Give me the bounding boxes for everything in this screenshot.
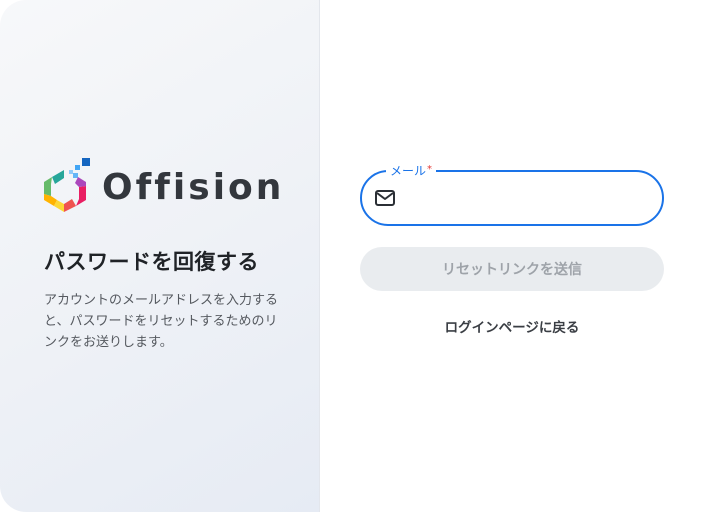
required-mark: * xyxy=(427,164,433,175)
email-field[interactable]: メール* xyxy=(360,162,664,226)
page-title: パスワードを回復する xyxy=(44,250,259,274)
brand-logo: Offision xyxy=(42,156,284,216)
recovery-card: Offision パスワードを回復する アカウントのメールアドレスを入力すると、… xyxy=(0,0,704,512)
hexagon-logo-icon xyxy=(44,158,90,212)
email-label: メール* xyxy=(386,162,437,179)
form-panel: メール* リセットリンクを送信 ログインページに戻る xyxy=(320,0,704,512)
email-input[interactable] xyxy=(406,182,646,216)
mail-icon xyxy=(375,190,395,206)
brand-name: Offision xyxy=(102,167,285,208)
send-reset-link-button[interactable]: リセットリンクを送信 xyxy=(360,247,664,291)
intro-panel: Offision パスワードを回復する アカウントのメールアドレスを入力すると、… xyxy=(0,0,320,512)
page-description: アカウントのメールアドレスを入力すると、パスワードをリセットするためのリンクをお… xyxy=(44,293,279,350)
email-label-text: メール xyxy=(390,164,427,178)
back-to-login-link[interactable]: ログインページに戻る xyxy=(360,316,664,336)
